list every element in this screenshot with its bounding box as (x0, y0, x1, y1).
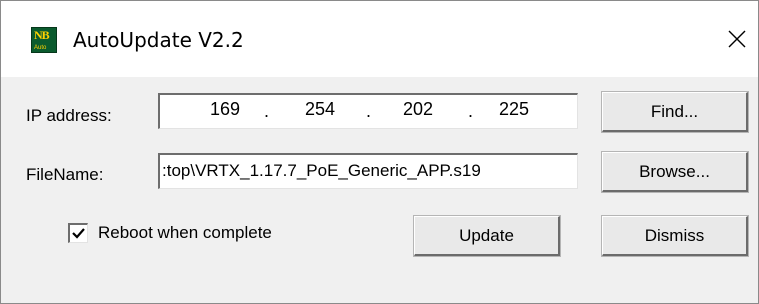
reboot-label[interactable]: Reboot when complete (98, 223, 272, 243)
app-icon: NB Auto (31, 27, 57, 53)
checkmark-icon (72, 228, 85, 239)
close-icon (728, 30, 746, 48)
ip-address-label: IP address: (26, 106, 112, 125)
reboot-checkbox[interactable] (68, 223, 88, 243)
filename-input[interactable]: :top\VRTX_1.17.7_PoE_Generic_APP.s19 (158, 153, 578, 189)
window-title: AutoUpdate V2.2 (73, 28, 244, 52)
browse-button[interactable]: Browse... (601, 151, 749, 193)
filename-value: :top\VRTX_1.17.7_PoE_Generic_APP.s19 (162, 161, 481, 180)
dismiss-button[interactable]: Dismiss (601, 215, 749, 257)
update-button[interactable]: Update (413, 215, 561, 257)
close-button[interactable] (719, 21, 755, 57)
ip-octet-2[interactable]: 254 (290, 99, 350, 119)
find-button[interactable]: Find... (601, 91, 749, 133)
ip-separator: . (264, 101, 270, 121)
ip-address-field[interactable]: 169 . 254 . 202 . 225 (158, 93, 578, 129)
ip-octet-1[interactable]: 169 (195, 99, 255, 119)
title-bar[interactable]: NB Auto AutoUpdate V2.2 (1, 1, 758, 77)
ip-octet-3[interactable]: 202 (388, 99, 448, 119)
ip-octet-4[interactable]: 225 (484, 99, 544, 119)
filename-label: FileName: (26, 165, 104, 184)
dialog-body: IP address: 169 . 254 . 202 . 225 Find..… (1, 77, 758, 303)
app-icon-text: NB (34, 28, 50, 42)
app-icon-subtext: Auto (34, 45, 47, 51)
ip-separator: . (468, 101, 474, 121)
ip-separator: . (366, 101, 372, 121)
autoupdate-dialog: NB Auto AutoUpdate V2.2 IP address: 169 … (0, 0, 759, 304)
